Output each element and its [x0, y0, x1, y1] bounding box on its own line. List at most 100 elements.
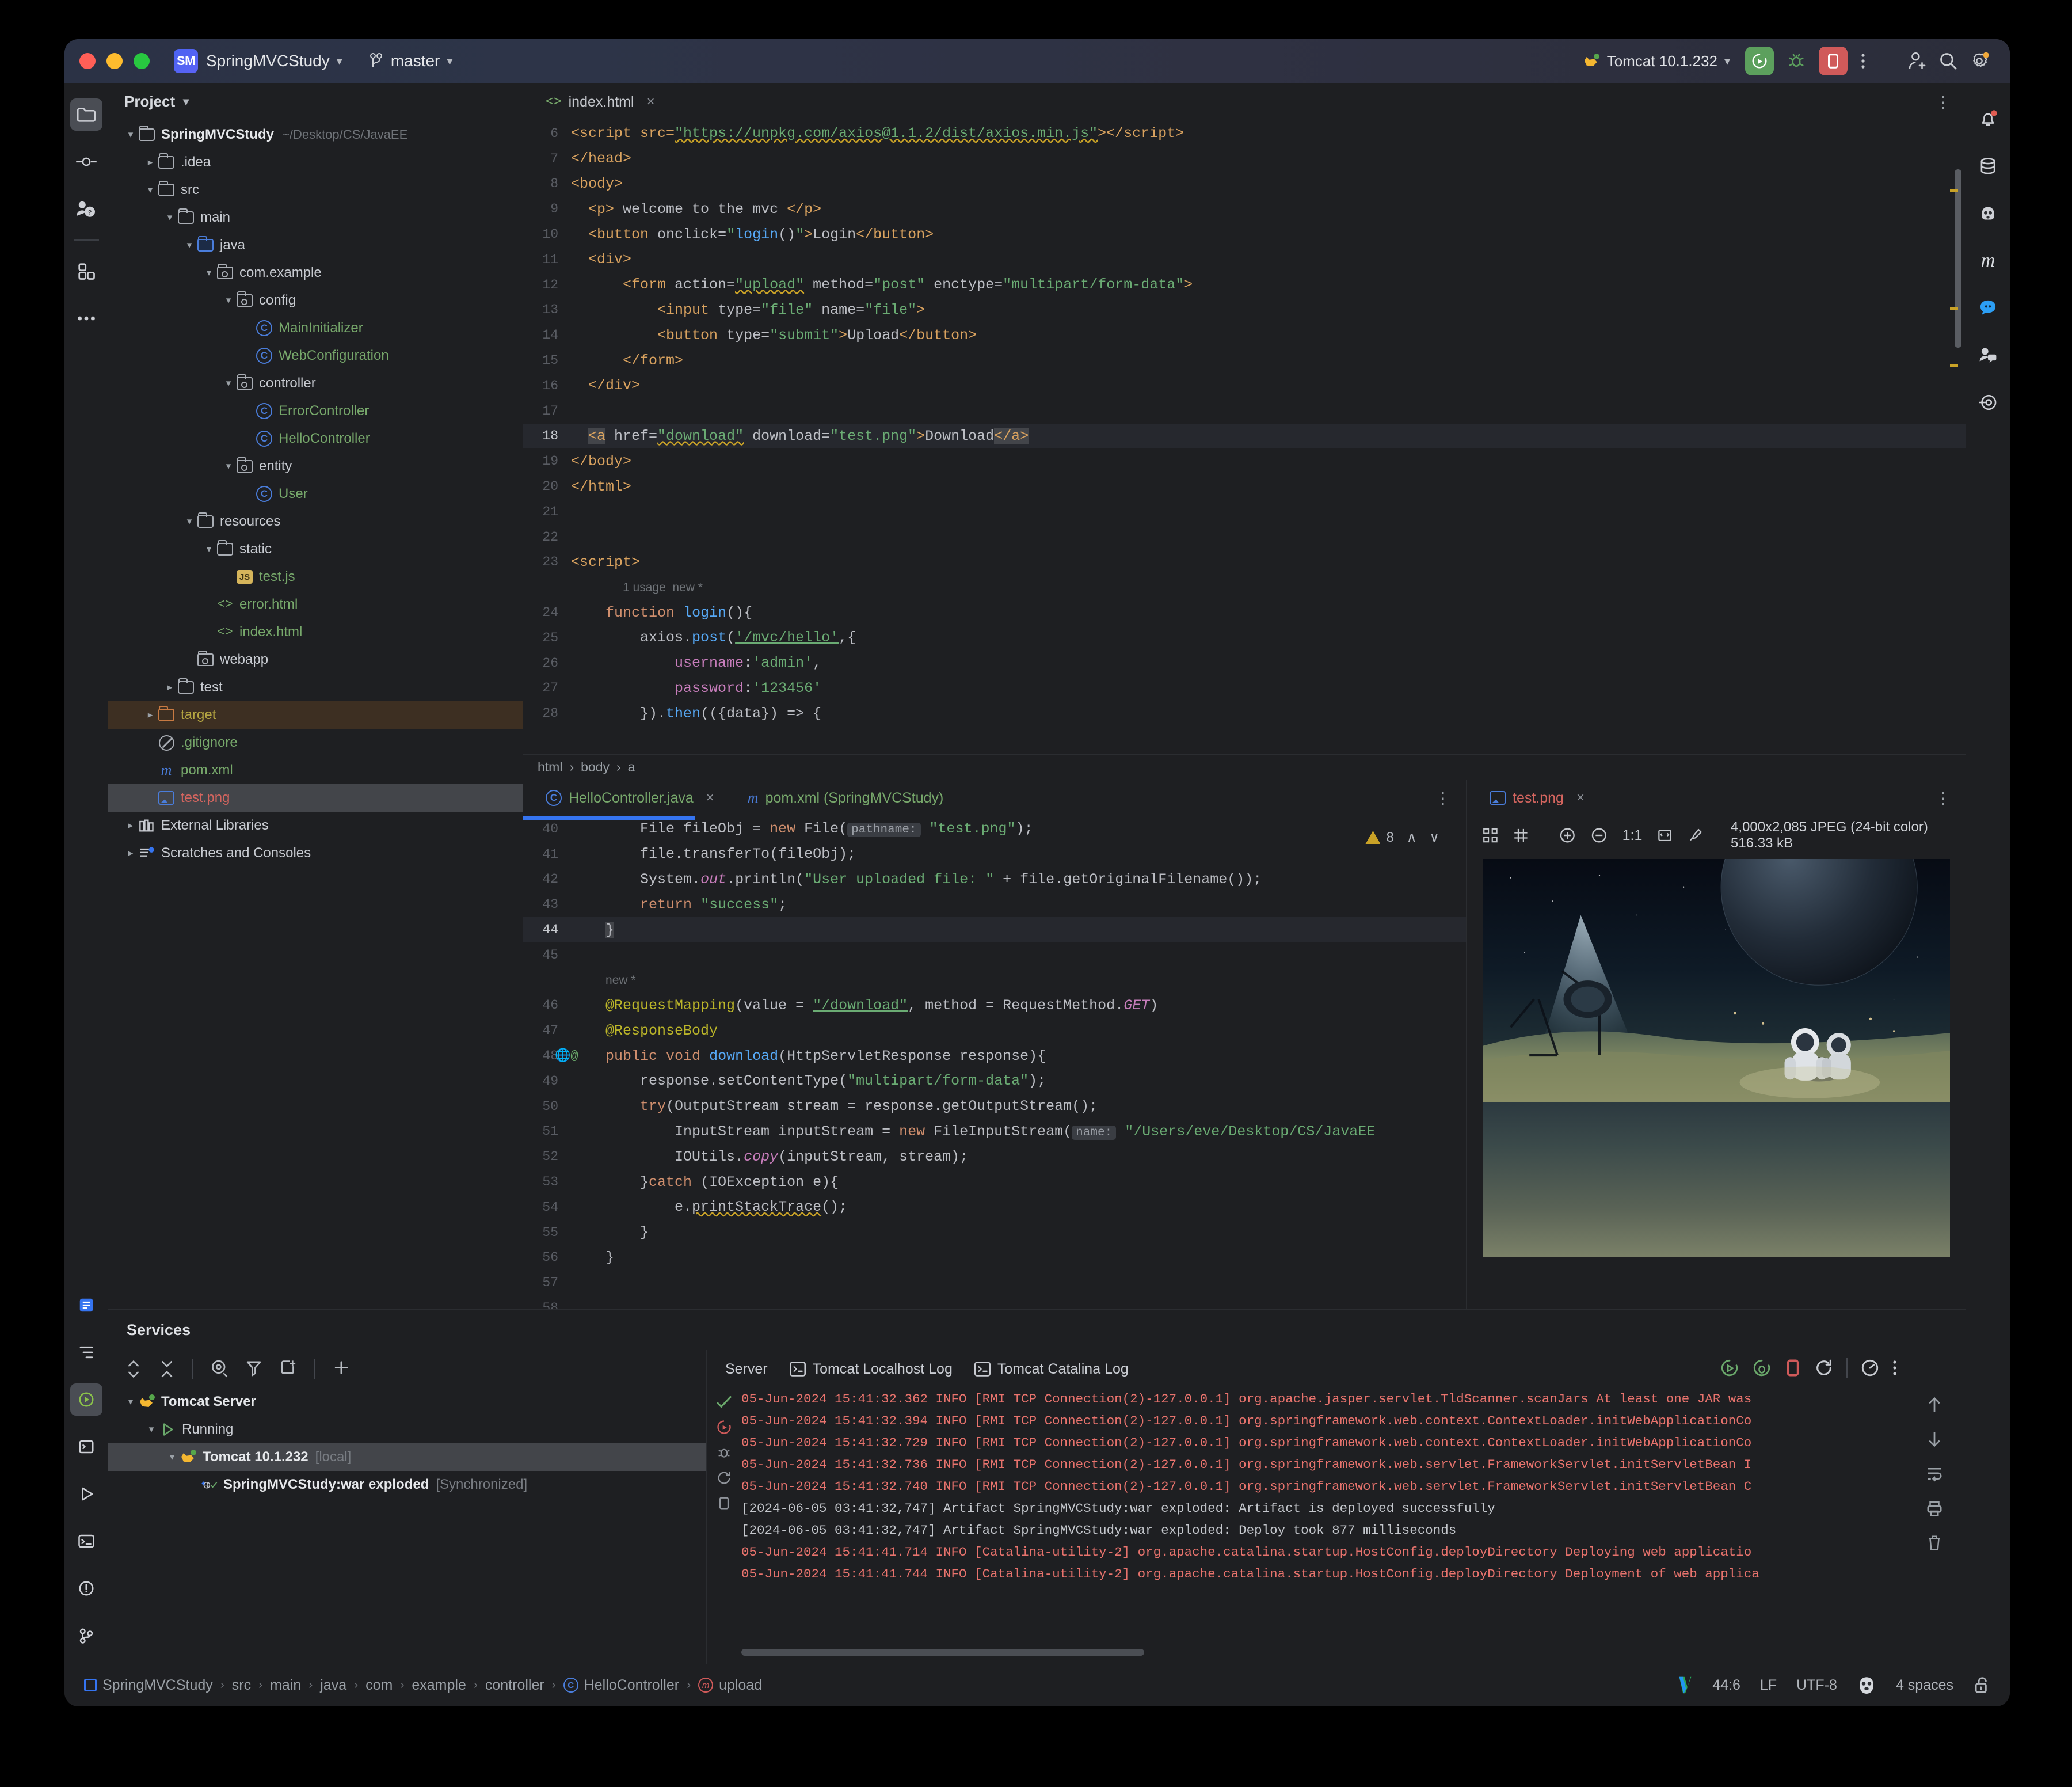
log-tab-localhost[interactable]: Tomcat Localhost Log [790, 1361, 953, 1378]
services-tree-item-springmvcstudy-war-exploded[interactable]: SpringMVCStudy:war exploded[Synchronized… [108, 1471, 706, 1499]
services-tree-item-tomcat-10-1-232[interactable]: ▾Tomcat 10.1.232[local] [108, 1443, 706, 1471]
maximize-window-button[interactable] [134, 53, 150, 69]
status-breadcrumb-item[interactable]: controller [485, 1677, 544, 1694]
notifications-tool-button[interactable] [70, 1572, 102, 1605]
filter-icon[interactable] [245, 1359, 262, 1379]
code-line[interactable]: 48🌐@ public void download(HttpServletRes… [523, 1043, 1466, 1069]
close-icon[interactable]: × [706, 790, 714, 806]
tree-disclosure-arrow[interactable]: ▾ [123, 129, 138, 140]
java-editor-options-button[interactable]: ⋮ [1435, 789, 1451, 808]
tree-disclosure-arrow[interactable]: ▾ [182, 239, 197, 251]
minimize-window-button[interactable] [106, 53, 123, 69]
fit-to-window-icon[interactable] [1657, 827, 1673, 844]
project-tree-item-springmvcstudy[interactable]: ▾SpringMVCStudy~/Desktop/CS/JavaEE [108, 121, 523, 149]
print-icon[interactable] [1926, 1500, 1943, 1517]
window-controls[interactable] [79, 53, 150, 69]
project-tree-item--idea[interactable]: ▸.idea [108, 149, 523, 176]
branch-selector[interactable]: master ▾ [369, 52, 453, 70]
image-editor-options-button[interactable]: ⋮ [1935, 789, 1951, 808]
log-tab-server[interactable]: Server [725, 1361, 768, 1378]
project-tree-item-entity[interactable]: ▾entity [108, 453, 523, 480]
maven-button[interactable]: m [1972, 245, 2004, 277]
code-line[interactable]: 54 e.printStackTrace(); [523, 1195, 1466, 1220]
project-tree-item-scratches-and-consoles[interactable]: ▸Scratches and Consoles [108, 839, 523, 867]
console-output[interactable]: 05-Jun-2024 15:41:32.362 INFO [RMI TCP C… [741, 1388, 1904, 1637]
scroll-down-icon[interactable] [1926, 1431, 1943, 1448]
project-tree-item-src[interactable]: ▾src [108, 176, 523, 204]
status-breadcrumb-item[interactable]: CHelloController [563, 1677, 679, 1694]
tree-disclosure-arrow[interactable]: ▾ [221, 461, 236, 472]
breadcrumb-item[interactable]: a [628, 759, 635, 775]
add-icon[interactable] [333, 1359, 350, 1379]
filter-scope-icon[interactable] [211, 1359, 228, 1379]
code-line[interactable]: 6<script src="https://unpkg.com/axios@1.… [523, 121, 1966, 146]
soft-wrap-icon[interactable] [1926, 1465, 1943, 1482]
tree-disclosure-arrow[interactable]: ▸ [143, 157, 158, 168]
project-tree-item-test-js[interactable]: JStest.js [108, 563, 523, 591]
project-tree-item-config[interactable]: ▾config [108, 287, 523, 314]
tree-disclosure-arrow[interactable]: ▸ [123, 847, 138, 859]
problems-tool-button[interactable] [70, 1431, 102, 1463]
prev-problem-button[interactable]: ∧ [1407, 829, 1417, 846]
status-breadcrumb-item[interactable]: main [270, 1677, 301, 1694]
zoom-in-icon[interactable] [1559, 826, 1576, 845]
code-line[interactable]: 26 username:'admin', [523, 651, 1966, 676]
project-tree-item-static[interactable]: ▾static [108, 535, 523, 563]
project-panel-header[interactable]: Project ▾ [108, 83, 523, 120]
stop-icon[interactable] [711, 1492, 737, 1515]
scroll-up-icon[interactable] [1926, 1396, 1943, 1413]
chat-button[interactable] [1972, 292, 2004, 324]
restart-icon[interactable] [711, 1466, 737, 1489]
project-tree-item-resources[interactable]: ▾resources [108, 508, 523, 535]
code-line[interactable]: 55 } [523, 1220, 1466, 1245]
code-line[interactable]: 18 <a href="download" download="test.png… [523, 424, 1966, 449]
tree-disclosure-arrow[interactable]: ▾ [182, 516, 197, 527]
java-inspection-widget[interactable]: 8 ∧ ∨ [1365, 829, 1439, 846]
code-line[interactable]: 52 IOUtils.copy(inputStream, stream); [523, 1144, 1466, 1169]
transparency-icon[interactable] [1513, 827, 1529, 844]
rerun-debug-icon[interactable] [1752, 1358, 1772, 1378]
code-line[interactable]: new * [523, 968, 1466, 993]
lock-icon[interactable] [1973, 1676, 1990, 1694]
new-tab-icon[interactable] [280, 1359, 297, 1379]
editor-tab-pom-xml[interactable]: m pom.xml (SpringMVCStudy) [738, 779, 953, 817]
project-tree-item--gitignore[interactable]: .gitignore [108, 729, 523, 756]
notifications-button[interactable] [1972, 103, 2004, 135]
editor-tab-test-png[interactable]: test.png × [1480, 779, 1594, 817]
code-line[interactable]: 9 <p> welcome to the mvc </p> [523, 196, 1966, 222]
settings-button[interactable] [1964, 45, 1995, 77]
more-actions-button[interactable] [1848, 45, 1879, 77]
tree-disclosure-arrow[interactable]: ▾ [221, 295, 236, 306]
code-line[interactable]: 13 <input type="file" name="file"> [523, 298, 1966, 323]
console-horizontal-scrollbar[interactable] [741, 1649, 1904, 1656]
editor-options-button[interactable]: ⋮ [1935, 93, 1951, 112]
caret-position[interactable]: 44:6 [1712, 1677, 1740, 1694]
code-line[interactable]: 15 </form> [523, 348, 1966, 373]
html-breadcrumb[interactable]: html›body›a [523, 754, 1966, 780]
tree-disclosure-arrow[interactable]: ▾ [201, 267, 216, 279]
breadcrumb-item[interactable]: body [581, 759, 610, 775]
restart-icon[interactable] [1814, 1358, 1834, 1378]
project-tree[interactable]: ▾SpringMVCStudy~/Desktop/CS/JavaEE▸.idea… [108, 121, 523, 1309]
code-line[interactable]: 20</html> [523, 474, 1966, 499]
code-line[interactable]: 14 <button type="submit">Upload</button> [523, 322, 1966, 348]
code-line[interactable]: 28 }).then(({data}) => { [523, 701, 1966, 726]
run-tool-button[interactable] [70, 1478, 102, 1510]
next-problem-button[interactable]: ∨ [1429, 829, 1439, 846]
ai-assistant-button[interactable] [1972, 197, 2004, 230]
close-icon[interactable]: × [1576, 790, 1585, 806]
tree-disclosure-arrow[interactable]: ▾ [201, 543, 216, 555]
project-tool-button[interactable] [70, 98, 102, 131]
project-tree-item-maininitializer[interactable]: CMainInitializer [108, 314, 523, 342]
project-tree-item-error-html[interactable]: <>error.html [108, 591, 523, 618]
tree-disclosure-arrow[interactable]: ▸ [123, 820, 138, 831]
gutter-endpoint-icon[interactable]: 🌐@ [555, 1048, 578, 1063]
more-icon[interactable] [1892, 1359, 1897, 1377]
search-button[interactable] [1933, 45, 1964, 77]
code-line[interactable]: 43 return "success"; [523, 892, 1466, 917]
project-selector[interactable]: SpringMVCStudy ▾ [206, 52, 342, 70]
status-breadcrumb-item[interactable]: src [232, 1677, 251, 1694]
services-tree-item-tomcat-server[interactable]: ▾Tomcat Server [108, 1388, 706, 1416]
status-breadcrumb-item[interactable]: SpringMVCStudy [84, 1677, 213, 1694]
debug-button[interactable] [1781, 45, 1812, 77]
